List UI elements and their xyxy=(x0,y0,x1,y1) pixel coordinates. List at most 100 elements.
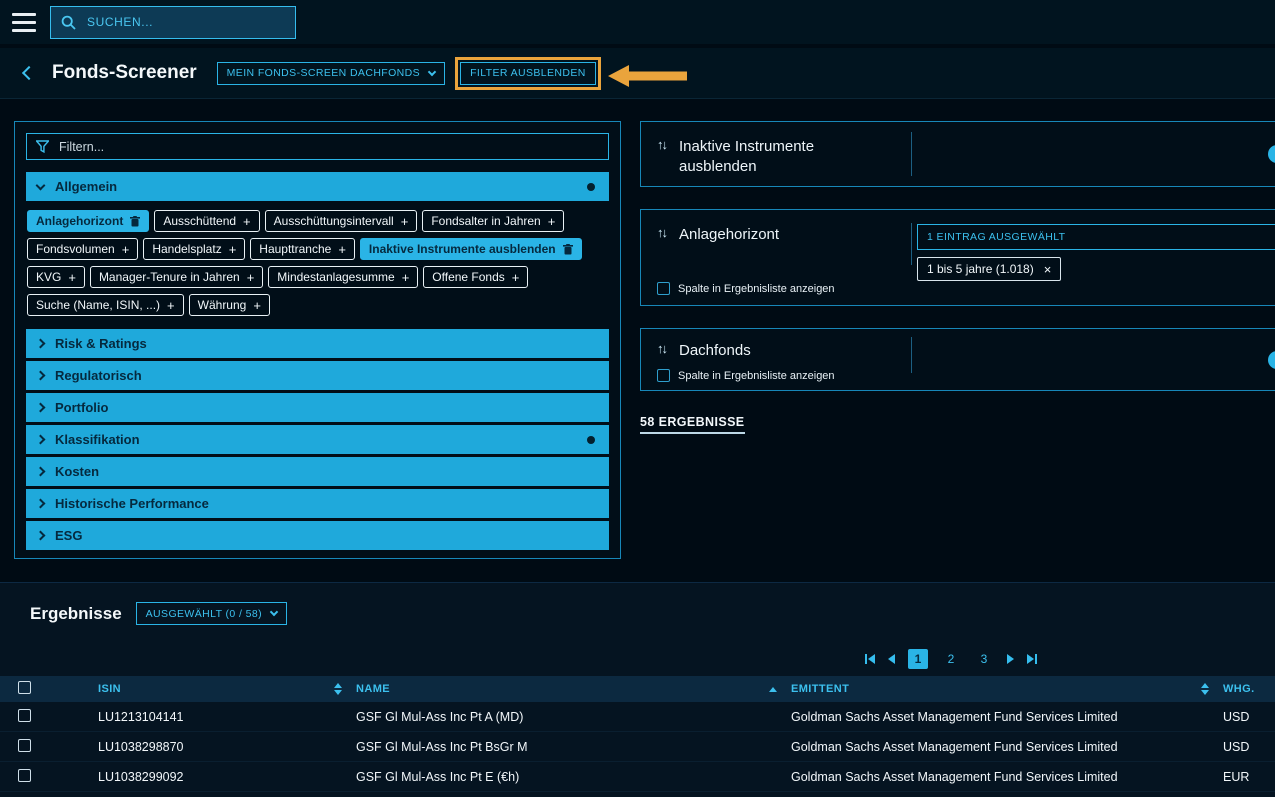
select-all-checkbox[interactable] xyxy=(18,681,31,694)
screen-select-dropdown[interactable]: MEIN FONDS-SCREEN DACHFONDS xyxy=(217,62,445,85)
section-esg[interactable]: ESG xyxy=(26,521,609,550)
add-icon: + xyxy=(512,271,520,284)
cell-emittent: Goldman Sachs Asset Management Fund Serv… xyxy=(791,770,1223,784)
row-checkbox[interactable] xyxy=(18,739,31,752)
section-label: Allgemein xyxy=(55,179,117,194)
chip-manager-tenure[interactable]: Manager-Tenure in Jahren+ xyxy=(90,266,263,288)
page-header: Fonds-Screener MEIN FONDS-SCREEN DACHFON… xyxy=(0,48,1275,99)
selection-summary-dropdown[interactable]: 1 EINTRAG AUSGEWÄHLT xyxy=(917,224,1275,250)
trash-icon xyxy=(563,244,573,255)
selected-value-tag: 1 bis 5 jahre (1.018) × xyxy=(917,257,1061,281)
sort-arrows-icon: ↑↓ xyxy=(657,225,666,241)
chip-handelsplatz[interactable]: Handelsplatz+ xyxy=(143,238,245,260)
fonds-screener-app: Fonds-Screener MEIN FONDS-SCREEN DACHFON… xyxy=(0,0,1275,797)
section-allgemein[interactable]: Allgemein xyxy=(26,172,609,201)
section-kosten[interactable]: Kosten xyxy=(26,457,609,486)
row-checkbox[interactable] xyxy=(18,709,31,722)
filter-search-box[interactable] xyxy=(26,133,609,160)
chip-fondsalter[interactable]: Fondsalter in Jahren+ xyxy=(422,210,564,232)
cell-name: GSF Gl Mul-Ass Inc Pt E (€h) xyxy=(356,770,791,784)
table-row[interactable]: LU1038299092 GSF Gl Mul-Ass Inc Pt E (€h… xyxy=(0,762,1275,792)
filter-input[interactable] xyxy=(57,139,599,155)
previous-page-button[interactable] xyxy=(888,654,895,664)
show-column-option: Spalte in Ergebnisliste anzeigen xyxy=(657,369,835,382)
section-regulatorisch[interactable]: Regulatorisch xyxy=(26,361,609,390)
next-page-button[interactable] xyxy=(1007,654,1014,664)
column-header-whg[interactable]: WHG. xyxy=(1223,683,1275,695)
chevron-down-icon xyxy=(270,608,278,616)
sort-arrows-icon: ↑↓ xyxy=(657,341,666,357)
global-search-box[interactable] xyxy=(50,6,296,39)
search-icon xyxy=(61,15,76,30)
sort-both-icon xyxy=(334,683,342,695)
section-portfolio[interactable]: Portfolio xyxy=(26,393,609,422)
chip-inaktive-instrumente[interactable]: Inaktive Instrumente ausblenden xyxy=(360,238,582,260)
results-header: Ergebnisse AUSGEWÄHLT (0 / 58) xyxy=(0,583,1275,625)
cell-name: GSF Gl Mul-Ass Inc Pt BsGr M xyxy=(356,740,791,754)
chip-suche-name-isin[interactable]: Suche (Name, ISIN, ...)+ xyxy=(27,294,184,316)
chip-haupttranche[interactable]: Haupttranche+ xyxy=(250,238,355,260)
active-filter-indicator-dot xyxy=(587,436,595,444)
chip-fondsvolumen[interactable]: Fondsvolumen+ xyxy=(27,238,138,260)
filter-card-inaktive-instrumente: ↑↓ Inaktive Instrumente ausblenden xyxy=(640,121,1275,187)
section-historische-performance[interactable]: Historische Performance xyxy=(26,489,609,518)
add-icon: + xyxy=(548,215,556,228)
screen-select-label: MEIN FONDS-SCREEN DACHFONDS xyxy=(227,67,420,79)
add-icon: + xyxy=(401,215,409,228)
card-divider xyxy=(911,223,912,265)
chevron-right-icon xyxy=(36,499,46,509)
chip-mindestanlagesumme[interactable]: Mindestanlagesumme+ xyxy=(268,266,418,288)
table-header-row: ISIN NAME EMITTENT WHG. xyxy=(0,676,1275,702)
card-divider xyxy=(911,132,912,176)
chevron-down-icon xyxy=(36,180,46,190)
last-page-button[interactable] xyxy=(1027,654,1037,664)
results-section: Ergebnisse AUSGEWÄHLT (0 / 58) 1 2 3 ISI… xyxy=(0,582,1275,797)
show-column-option: Spalte in Ergebnisliste anzeigen xyxy=(657,282,835,295)
page-number-3[interactable]: 3 xyxy=(974,649,994,669)
column-header-emittent[interactable]: EMITTENT xyxy=(791,683,1223,695)
remove-value-icon[interactable]: × xyxy=(1044,263,1052,276)
chip-ausschuettend[interactable]: Ausschüttend+ xyxy=(154,210,259,232)
section-risk-ratings[interactable]: Risk & Ratings xyxy=(26,329,609,358)
show-column-checkbox[interactable] xyxy=(657,282,670,295)
previous-page-icon xyxy=(888,654,895,664)
sort-both-icon xyxy=(1201,683,1209,695)
chip-anlagehorizont[interactable]: Anlagehorizont xyxy=(27,210,149,232)
row-checkbox[interactable] xyxy=(18,769,31,782)
add-icon: + xyxy=(243,215,251,228)
content-area: Allgemein Anlagehorizont Ausschüttend+ A… xyxy=(0,99,1275,582)
page-title: Fonds-Screener xyxy=(52,62,197,84)
filter-card-title: Dachfonds xyxy=(679,341,751,361)
page-number-2[interactable]: 2 xyxy=(941,649,961,669)
column-header-name[interactable]: NAME xyxy=(356,683,791,695)
chevron-right-icon xyxy=(36,467,46,477)
chip-waehrung[interactable]: Währung+ xyxy=(189,294,270,316)
show-column-checkbox[interactable] xyxy=(657,369,670,382)
column-header-isin[interactable]: ISIN xyxy=(98,683,356,695)
results-count: 58 ERGEBNISSE xyxy=(640,413,1275,434)
sort-ascending-icon xyxy=(769,687,777,692)
back-button[interactable] xyxy=(18,66,40,81)
filter-toggle[interactable] xyxy=(1268,351,1275,369)
selected-rows-dropdown[interactable]: AUSGEWÄHLT (0 / 58) xyxy=(136,602,287,625)
chip-offene-fonds[interactable]: Offene Fonds+ xyxy=(423,266,528,288)
table-row[interactable]: LU1213104141 GSF Gl Mul-Ass Inc Pt A (MD… xyxy=(0,702,1275,732)
cell-isin: LU1038298870 xyxy=(98,740,356,754)
table-row[interactable]: LU1038298870 GSF Gl Mul-Ass Inc Pt BsGr … xyxy=(0,732,1275,762)
back-chevron-icon xyxy=(22,65,36,79)
chevron-right-icon xyxy=(36,371,46,381)
hamburger-menu-button[interactable] xyxy=(12,13,36,32)
first-page-button[interactable] xyxy=(865,654,875,664)
cell-emittent: Goldman Sachs Asset Management Fund Serv… xyxy=(791,740,1223,754)
hide-filters-button[interactable]: FILTER AUSBLENDEN xyxy=(460,62,596,85)
chip-kvg[interactable]: KVG+ xyxy=(27,266,85,288)
filter-card-anlagehorizont: ↑↓ Anlagehorizont 1 EINTRAG AUSGEWÄHLT 1… xyxy=(640,209,1275,306)
add-icon: + xyxy=(402,271,410,284)
page-number-1[interactable]: 1 xyxy=(908,649,928,669)
search-input[interactable] xyxy=(85,14,285,30)
cell-emittent: Goldman Sachs Asset Management Fund Serv… xyxy=(791,710,1223,724)
section-klassifikation[interactable]: Klassifikation xyxy=(26,425,609,454)
chip-ausschuettungsintervall[interactable]: Ausschüttungsintervall+ xyxy=(265,210,418,232)
filter-card-title: Anlagehorizont xyxy=(679,225,779,245)
chevron-right-icon xyxy=(36,403,46,413)
